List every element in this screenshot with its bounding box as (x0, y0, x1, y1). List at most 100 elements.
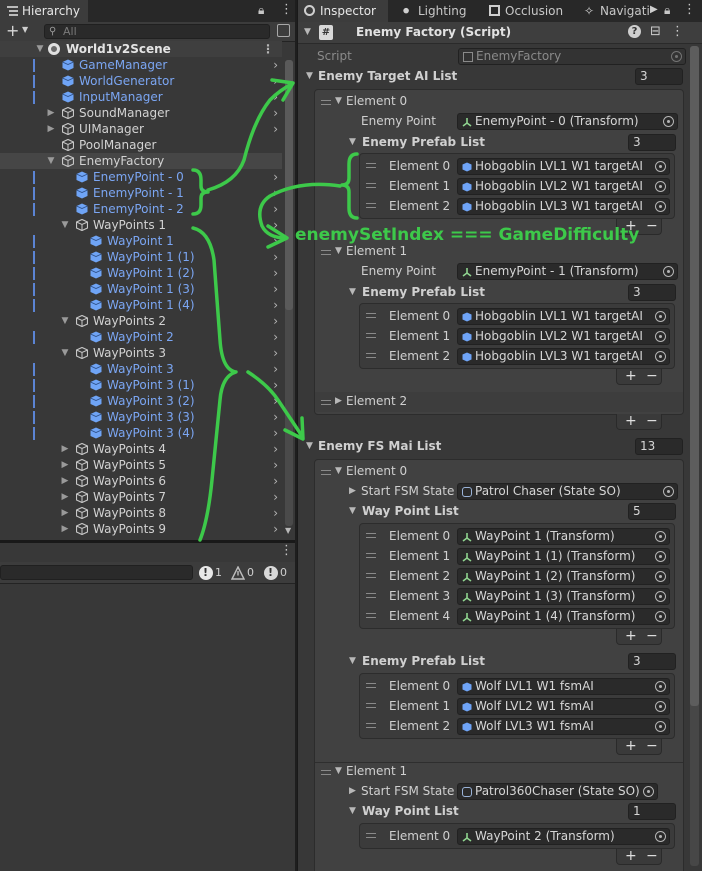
hierarchy-prefab-item[interactable]: WayPoint 1 › (0, 233, 282, 249)
t-element0-foldout-icon[interactable]: ▼ (335, 96, 342, 106)
object-picker-icon[interactable] (663, 116, 674, 127)
drag-handle-icon[interactable] (366, 183, 376, 188)
info-count-badge[interactable]: ! 0 (263, 565, 287, 581)
tab-navigation[interactable]: ✧ Navigati (578, 0, 658, 22)
chevron-right-icon[interactable]: › (273, 169, 278, 185)
collapsed-foldout-icon[interactable]: ▶ (46, 121, 56, 137)
t-element1-foldout-icon[interactable]: ▼ (335, 246, 342, 256)
hierarchy-prefab-item[interactable]: WayPoint 1 (1) › (0, 249, 282, 265)
drag-handle-icon[interactable] (366, 333, 376, 338)
collapsed-foldout-icon[interactable]: ▶ (60, 473, 70, 489)
add-element-button[interactable]: + (625, 369, 637, 383)
chevron-right-icon[interactable]: › (273, 265, 278, 281)
drag-handle-icon[interactable] (366, 573, 376, 578)
component-kebab-icon[interactable]: ⋮ (671, 24, 684, 39)
drag-handle-icon[interactable] (321, 400, 331, 405)
hierarchy-item[interactable]: ▶ WayPoints 6 › (0, 473, 282, 489)
collapsed-foldout-icon[interactable]: ▶ (46, 105, 56, 121)
drag-handle-icon[interactable] (321, 770, 331, 775)
hierarchy-search-input[interactable]: ⚲ All (44, 24, 270, 39)
object-picker-icon[interactable] (655, 681, 666, 692)
help-icon[interactable]: ? (628, 25, 641, 38)
drag-handle-icon[interactable] (366, 703, 376, 708)
object-picker-icon[interactable] (655, 181, 666, 192)
drag-handle-icon[interactable] (321, 470, 331, 475)
collapsed-foldout-icon[interactable]: ▶ (60, 521, 70, 537)
add-element-button[interactable]: + (625, 414, 637, 428)
warning-count-badge[interactable]: 0 (230, 565, 254, 581)
chevron-right-icon[interactable]: › (273, 345, 278, 361)
chevron-right-icon[interactable]: › (273, 377, 278, 393)
add-dropdown-icon[interactable]: ▼ (22, 25, 28, 34)
tab-lighting[interactable]: ⚫︎ Lighting (396, 0, 478, 22)
preset-icon[interactable]: ⊟ (650, 24, 661, 39)
tab-occlusion[interactable]: Occlusion (483, 0, 568, 22)
drag-handle-icon[interactable] (321, 100, 331, 105)
chevron-right-icon[interactable]: › (273, 73, 278, 89)
collapsed-foldout-icon[interactable]: ▶ (60, 441, 70, 457)
expanded-foldout-icon[interactable]: ▼ (46, 153, 56, 169)
hierarchy-prefab-item[interactable]: WayPoint 1 (3) › (0, 281, 282, 297)
chevron-right-icon[interactable]: › (273, 409, 278, 425)
hierarchy-prefab-item[interactable]: WayPoint 1 (4) › (0, 297, 282, 313)
hierarchy-item[interactable]: ▼ WayPoints 3 › (0, 345, 282, 361)
hierarchy-item[interactable]: ▶ WayPoints 4 › (0, 441, 282, 457)
chevron-right-icon[interactable]: › (273, 297, 278, 313)
t-element2-foldout-icon[interactable]: ▶ (335, 396, 342, 406)
hierarchy-prefab-item[interactable]: WayPoint 3 (2) › (0, 393, 282, 409)
scene-foldout-icon[interactable]: ▼ (35, 41, 45, 57)
f-element1-foldout-icon[interactable]: ▼ (335, 766, 342, 776)
chevron-right-icon[interactable]: › (273, 441, 278, 457)
collapsed-foldout-icon[interactable]: ▶ (60, 489, 70, 505)
t-e0-prefab-object-field[interactable]: Hobgoblin LVL1 W1 targetAI (457, 158, 670, 175)
remove-element-button[interactable]: − (646, 219, 658, 233)
t-e1-prefab-object-field[interactable]: Hobgoblin LVL1 W1 targetAI (457, 308, 670, 325)
lock-icon[interactable]: 🔒︎ (258, 3, 264, 18)
f-e1-waypoint-size-field[interactable]: 1 (628, 803, 676, 820)
chevron-right-icon[interactable]: › (273, 313, 278, 329)
remove-element-button[interactable]: − (646, 739, 658, 753)
drag-handle-icon[interactable] (366, 353, 376, 358)
object-picker-icon[interactable] (663, 266, 674, 277)
tab-hierarchy[interactable]: Hierarchy (0, 0, 88, 22)
f-e0-waypoint-object-field[interactable]: WayPoint 1 (3) (Transform) (457, 588, 670, 605)
chevron-right-icon[interactable]: › (273, 105, 278, 121)
hierarchy-prefab-item[interactable]: WorldGenerator › (0, 73, 282, 89)
hierarchy-item[interactable]: ▶ WayPoints 7 › (0, 489, 282, 505)
inspector-lock-icon[interactable]: 🔒︎ (664, 3, 670, 18)
expanded-foldout-icon[interactable]: ▼ (60, 217, 70, 233)
drag-handle-icon[interactable] (321, 250, 331, 255)
t-e0-prefab-object-field[interactable]: Hobgoblin LVL2 W1 targetAI (457, 178, 670, 195)
target-list-foldout-icon[interactable]: ▼ (306, 71, 313, 81)
target-list-size-field[interactable]: 3 (635, 68, 683, 85)
f-e0-waypoint-object-field[interactable]: WayPoint 1 (Transform) (457, 528, 670, 545)
drag-handle-icon[interactable] (366, 203, 376, 208)
f-e0-prefab-object-field[interactable]: Wolf LVL1 W1 fsmAI (457, 678, 670, 695)
console-search-input[interactable] (0, 565, 193, 580)
chevron-right-icon[interactable]: › (273, 185, 278, 201)
hierarchy-prefab-item[interactable]: InputManager › (0, 89, 282, 105)
hierarchy-prefab-item[interactable]: WayPoint 3 › (0, 361, 282, 377)
f-e0-waypoint-object-field[interactable]: WayPoint 1 (4) (Transform) (457, 608, 670, 625)
chevron-right-icon[interactable]: › (273, 217, 278, 233)
add-button[interactable]: + (6, 22, 19, 40)
t-e1-prefab-object-field[interactable]: Hobgoblin LVL3 W1 targetAI (457, 348, 670, 365)
f-e0-prefab-object-field[interactable]: Wolf LVL2 W1 fsmAI (457, 698, 670, 715)
collapsed-foldout-icon[interactable]: ▶ (60, 457, 70, 473)
add-element-button[interactable]: + (625, 629, 637, 643)
f-element0-foldout-icon[interactable]: ▼ (335, 466, 342, 476)
scroll-down-icon[interactable]: ▼ (285, 526, 291, 535)
object-picker-icon[interactable] (655, 721, 666, 732)
fsm-list-foldout-icon[interactable]: ▼ (306, 441, 313, 451)
drag-handle-icon[interactable] (366, 163, 376, 168)
hierarchy-item[interactable]: ▼ WayPoints 1 › (0, 217, 282, 233)
t-e1-prefab-object-field[interactable]: Hobgoblin LVL2 W1 targetAI (457, 328, 670, 345)
object-picker-icon[interactable] (663, 486, 674, 497)
f-e0-start-state-field[interactable]: Patrol Chaser (State SO) (457, 483, 678, 500)
kebab-menu-icon[interactable]: ⋮ (280, 2, 293, 17)
object-picker-icon[interactable] (655, 331, 666, 342)
drag-handle-icon[interactable] (366, 593, 376, 598)
hierarchy-prefab-item[interactable]: WayPoint 3 (1) › (0, 377, 282, 393)
object-picker-icon[interactable] (655, 611, 666, 622)
t-e0-prefab-size-field[interactable]: 3 (628, 134, 676, 151)
